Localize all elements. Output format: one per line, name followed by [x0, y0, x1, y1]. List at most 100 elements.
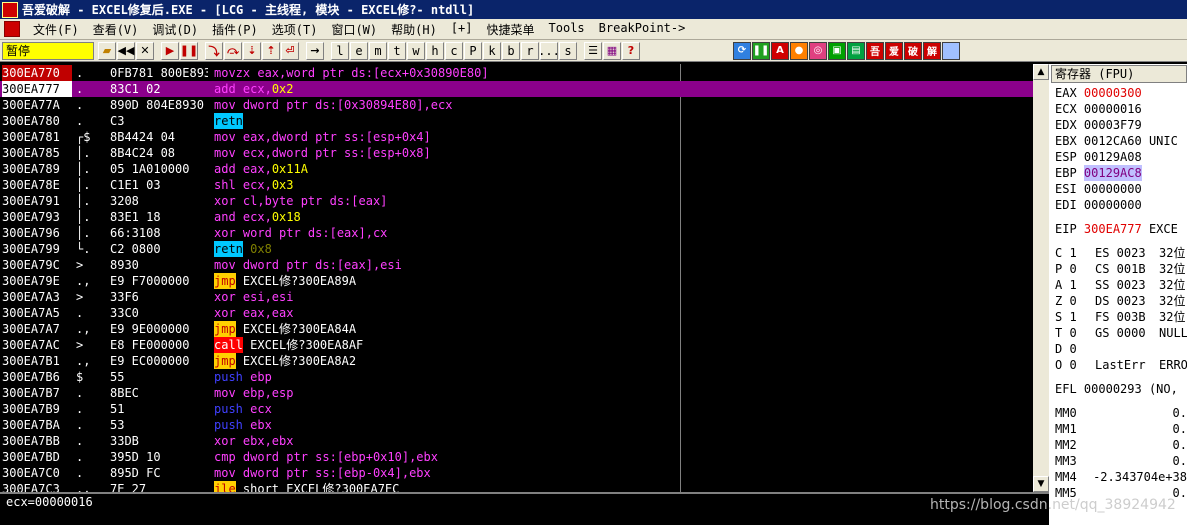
- instruction-cell[interactable]: retn 0x8: [214, 241, 678, 257]
- flag-value[interactable]: T 0: [1055, 325, 1095, 341]
- instruction-cell[interactable]: xor ebx,ebx: [214, 433, 678, 449]
- hex-bytes-cell[interactable]: 395D 10: [110, 449, 208, 465]
- hex-bytes-cell[interactable]: 53: [110, 417, 208, 433]
- pause-plugin-button[interactable]: ❚❚: [752, 41, 770, 60]
- register-row[interactable]: EDI 00000000: [1055, 197, 1142, 213]
- menu-tools[interactable]: Tools: [542, 21, 592, 38]
- hex-bytes-cell[interactable]: 8B4424 04: [110, 129, 208, 145]
- register-row[interactable]: ECX 00000016: [1055, 101, 1142, 117]
- disasm-row[interactable]: 300EA777. 83C1 02 add ecx,0x2: [0, 81, 1033, 97]
- flag-row[interactable]: A 1 SS 0023 32位: [1055, 277, 1185, 293]
- disasm-row[interactable]: 300EA796 │. 66:3108 xor word ptr ds:[eax],c…: [0, 225, 1033, 241]
- instruction-cell[interactable]: push ebx: [214, 417, 678, 433]
- disassembly-pane[interactable]: 300EA770. 0FB781 800E8930 movzx eax,word p…: [0, 64, 1033, 492]
- hex-bytes-cell[interactable]: 83C1 02: [110, 81, 208, 97]
- title-bar[interactable]: 吾爱破解 - EXCEL修复后.EXE - [LCG - 主线程, 模块 - E…: [0, 0, 1187, 19]
- register-row[interactable]: EBP 00129AC8: [1055, 165, 1142, 181]
- flag-value[interactable]: P 0: [1055, 261, 1095, 277]
- address-cell[interactable]: 300EA770: [2, 65, 72, 81]
- brand-button-3[interactable]: 破: [904, 41, 922, 60]
- register-value[interactable]: 00000000: [1084, 197, 1142, 213]
- disasm-row[interactable]: 300EA789 │. 05 1A010000 add eax,0x11A: [0, 161, 1033, 177]
- register-value[interactable]: 00000000: [1084, 181, 1142, 197]
- register-row[interactable]: EIP 300EA777 EXCE: [1055, 221, 1178, 237]
- window-button-c[interactable]: c: [445, 41, 463, 60]
- flag-value[interactable]: S 1: [1055, 309, 1095, 325]
- address-cell[interactable]: 300EA7B6: [2, 369, 72, 385]
- menu-view[interactable]: 查看(V): [86, 21, 146, 38]
- register-value[interactable]: 00003F79: [1084, 117, 1142, 133]
- disasm-row[interactable]: 300EA791 │. 3208 xor cl,byte ptr ds:[eax]: [0, 193, 1033, 209]
- disasm-row[interactable]: 300EA7B1., E9 EC000000 jmp EXCEL修?300EA8A2: [0, 353, 1033, 369]
- window-button-l[interactable]: l: [331, 41, 349, 60]
- instruction-cell[interactable]: jmp EXCEL修?300EA89A: [214, 273, 678, 289]
- register-value[interactable]: 0.: [1083, 453, 1187, 469]
- address-cell[interactable]: 300EA777: [2, 81, 72, 97]
- hex-bytes-cell[interactable]: 895D FC: [110, 465, 208, 481]
- hex-bytes-cell[interactable]: E8 FE000000: [110, 337, 208, 353]
- brand-button-1[interactable]: 吾: [866, 41, 884, 60]
- scroll-up-arrow[interactable]: ▲: [1033, 64, 1049, 80]
- window-button-w[interactable]: w: [407, 41, 425, 60]
- address-cell[interactable]: 300EA7BB: [2, 433, 72, 449]
- register-value[interactable]: 00000300: [1084, 85, 1142, 101]
- text-plugin-button[interactable]: A: [771, 41, 789, 60]
- hex-bytes-cell[interactable]: E9 F7000000: [110, 273, 208, 289]
- disasm-row[interactable]: 300EA793 │. 83E1 18 and ecx,0x18: [0, 209, 1033, 225]
- flag-row[interactable]: T 0 GS 0000 NULL: [1055, 325, 1187, 341]
- brand-button-2[interactable]: 爱: [885, 41, 903, 60]
- instruction-cell[interactable]: call EXCEL修?300EA8AF: [214, 337, 678, 353]
- register-value[interactable]: -2.343704e+38: [1083, 469, 1187, 485]
- register-value[interactable]: 00000293: [1084, 381, 1142, 397]
- system-menu-icon[interactable]: [4, 21, 20, 37]
- flag-row[interactable]: D 0: [1055, 341, 1159, 357]
- step-over-button[interactable]: ⤼: [224, 41, 242, 60]
- instruction-cell[interactable]: cmp dword ptr ss:[ebp+0x10],ebx: [214, 449, 678, 465]
- hex-bytes-cell[interactable]: C1E1 03: [110, 177, 208, 193]
- open-file-button[interactable]: ▰: [98, 41, 116, 60]
- disasm-row[interactable]: 300EA785 │. 8B4C24 08 mov ecx,dword ptr ss:…: [0, 145, 1033, 161]
- window-button-more[interactable]: ...: [538, 41, 560, 60]
- address-cell[interactable]: 300EA7C3: [2, 481, 72, 492]
- list-button[interactable]: ☰: [584, 41, 602, 60]
- instruction-cell[interactable]: mov dword ptr ds:[eax],esi: [214, 257, 678, 273]
- window-button-h[interactable]: h: [426, 41, 444, 60]
- window-button-r[interactable]: r: [521, 41, 539, 60]
- address-cell[interactable]: 300EA7BD: [2, 449, 72, 465]
- extra-plugin-button[interactable]: [942, 41, 960, 60]
- registers-header[interactable]: 寄存器 (FPU): [1051, 65, 1187, 83]
- registers-pane[interactable]: 寄存器 (FPU) EAX 00000300 ECX 00000016 EDX 00…: [1049, 64, 1187, 525]
- window-button-m[interactable]: m: [369, 41, 387, 60]
- register-row[interactable]: EFL 00000293 (NO,: [1055, 381, 1178, 397]
- hex-bytes-cell[interactable]: E9 9E000000: [110, 321, 208, 337]
- address-cell[interactable]: 300EA7B1: [2, 353, 72, 369]
- record-plugin-button[interactable]: ●: [790, 41, 808, 60]
- address-cell[interactable]: 300EA7BA: [2, 417, 72, 433]
- address-cell[interactable]: 300EA785: [2, 145, 72, 161]
- flag-value[interactable]: Z 0: [1055, 293, 1095, 309]
- menu-options[interactable]: 选项(T): [265, 21, 325, 38]
- disasm-row[interactable]: 300EA781 ┌$ 8B4424 04 mov eax,dword ptr ss:…: [0, 129, 1033, 145]
- hex-bytes-cell[interactable]: C2 0800: [110, 241, 208, 257]
- instruction-cell[interactable]: shl ecx,0x3: [214, 177, 678, 193]
- menu-expand[interactable]: [+]: [444, 21, 480, 38]
- menu-plugins[interactable]: 插件(P): [205, 21, 265, 38]
- mmx-register-row[interactable]: MM2 0.: [1055, 437, 1187, 453]
- instruction-cell[interactable]: mov dword ptr ds:[0x30894E80],ecx: [214, 97, 678, 113]
- address-cell[interactable]: 300EA7A3: [2, 289, 72, 305]
- address-cell[interactable]: 300EA77A: [2, 97, 72, 113]
- pause-button[interactable]: ❚❚: [180, 41, 198, 60]
- disassembly-scrollbar[interactable]: ▲ ▼: [1033, 64, 1049, 492]
- goto-button[interactable]: →: [306, 41, 324, 60]
- address-cell[interactable]: 300EA799: [2, 241, 72, 257]
- trace-into-button[interactable]: ⇣: [243, 41, 261, 60]
- disasm-row[interactable]: 300EA7BA. 53 push ebx: [0, 417, 1033, 433]
- address-cell[interactable]: 300EA781: [2, 129, 72, 145]
- screen-plugin-button[interactable]: ▣: [828, 41, 846, 60]
- disasm-row[interactable]: 300EA7B9. 51 push ecx: [0, 401, 1033, 417]
- window-button-e[interactable]: e: [350, 41, 368, 60]
- instruction-cell[interactable]: and ecx,0x18: [214, 209, 678, 225]
- register-row[interactable]: ESP 00129A08: [1055, 149, 1142, 165]
- mmx-register-row[interactable]: MM0 0.: [1055, 405, 1187, 421]
- register-row[interactable]: EBX 0012CA60 UNIC: [1055, 133, 1178, 149]
